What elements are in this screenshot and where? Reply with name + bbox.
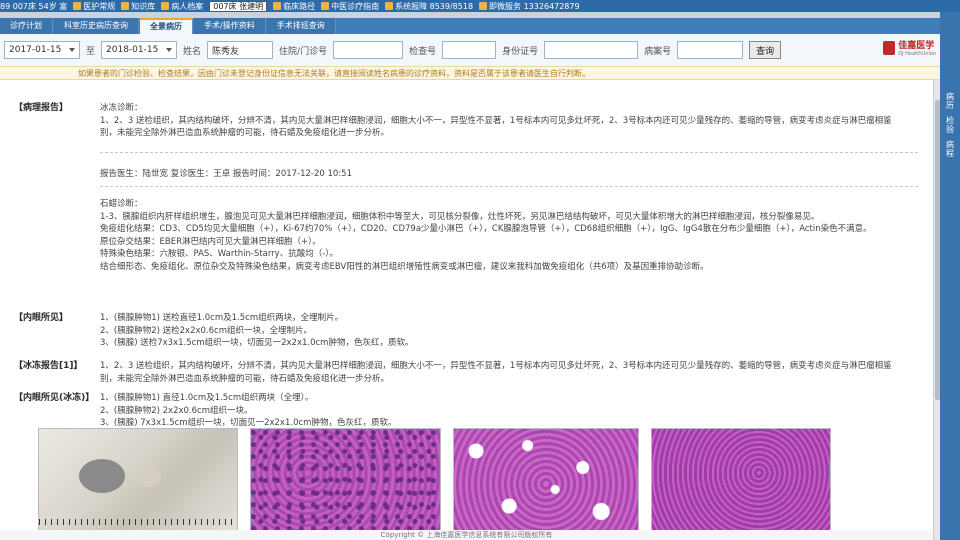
case-input[interactable] [677,41,744,59]
vertical-scrollbar[interactable] [933,80,940,540]
brand-logo-icon [883,40,896,55]
list-item: 2、(胰腺肿物2) 2x2x0.6cm组织一块。 [100,405,253,416]
brand-name: 佳嘉医学 [898,41,935,51]
link-clinical-path[interactable]: 临床路径 [273,1,315,12]
search-bar: 2017-01-15 至 2018-01-15 姓名 陈秀友 住院/门诊号 检查… [0,34,940,66]
paraffin-title: 石蜡诊断： [100,199,143,209]
main-tabs: 诊疗计划 科室历史病历查询 全景病历 手术/操作资料 手术排班查询 [0,18,960,34]
id-label: 身份证号 [502,46,539,57]
side-tab-progress[interactable]: 病程 [945,140,956,158]
case-label: 病案号 [644,46,672,57]
he-stain-image-3[interactable] [651,428,831,540]
date-to-picker[interactable]: 2018-01-15 [101,41,178,59]
notice-banner: 如果患者的门诊检验、检查结果，因由门诊未登记身份证信息无法关联，请直接阅读姓名病… [0,66,940,80]
ish-result: 原位杂交结果：EBER淋巴结内可见大量淋巴样细胞（+）。 [100,236,321,247]
folder-icon [161,2,170,10]
frozen-section-label: 【冰冻报告[1]】 [14,361,83,371]
brand-logo: 佳嘉医学 DJ HealthUnion [883,38,936,57]
name-input[interactable]: 陈秀友 [207,41,274,59]
tab-surgery-schedule[interactable]: 手术排班查询 [266,18,336,34]
tool-medical-routine[interactable]: 医护常规 [73,1,115,12]
list-item: 3、(胰腺) 送检7x3x1.5cm组织一块，切面见一2x2x1.0cm肿物，色… [100,338,414,348]
list-item: 1、2、3 送检组织，其内结构破坏，分辨不清，其内见大量淋巴样细胞浸润，细胞大小… [100,361,892,384]
date-range-separator: 至 [86,46,96,57]
tab-panorama-record[interactable]: 全景病历 [140,18,193,34]
tool-patient-archive[interactable]: 病人档案 [161,1,203,12]
ihc-result: 免疫组化结果：CD3、CD5均见大量细胞（+），Ki-67约70%（+），CD2… [100,224,872,234]
chevron-down-icon [69,48,75,52]
list-item: 1、(胰腺肿物1) 直径1.0cm及1.5cm组织两块（全埋）。 [100,393,314,403]
link-tcm-guide[interactable]: 中医诊疗指南 [321,1,379,12]
he-stain-image-1[interactable] [250,428,441,540]
tab-surgery-data[interactable]: 手术/操作资料 [194,18,266,34]
name-label: 姓名 [183,46,202,57]
footer-copyright: Copyright © 上海佳嘉医学信息系统有限公司版权所有 [0,530,933,540]
right-side-panel: 病历 检验 病程 [940,12,960,540]
guide-icon [321,2,330,10]
gross-specimen-image[interactable] [38,428,238,540]
specimen-shape [139,469,161,487]
pathology-label: 【病理报告】 [14,103,69,113]
exam-label: 检查号 [409,46,437,57]
side-tab-lab[interactable]: 检验 [945,116,956,134]
frozen-gross-label: 【内眼所见(冰冻)】 [14,393,95,403]
bed-selector[interactable]: 007床 张建明 [209,0,268,12]
frozen-text: 1、2、3 送检组织，其内结构破坏，分辨不清，其内见大量淋巴样细胞浸润，细胞大小… [100,115,892,139]
special-stain-result: 特殊染色结果：六胺银、PAS、Warthin-Starry、抗酸均（-）。 [100,249,339,259]
pathology-images [38,428,918,540]
divider [100,186,918,187]
date-from-picker[interactable]: 2017-01-15 [4,41,80,59]
conclusion: 结合细形态、免疫组化、原位杂交及特殊染色结果，病变考虑EBV阳性的淋巴组织增殖性… [100,261,709,272]
record-content: 【病理报告】 冰冻诊断： 1、2、3 送检组织，其内结构破坏，分辨不清，其内见大… [0,80,933,540]
exam-input[interactable] [442,41,497,59]
book-icon [73,2,82,10]
link-service-phone[interactable]: 即微服务 13326472879 [479,1,580,12]
side-tab-record[interactable]: 病历 [945,92,956,110]
chevron-down-icon [166,48,173,52]
tool-knowledge-base[interactable]: 知识库 [121,1,155,12]
inpatient-input[interactable] [333,41,404,59]
link-report-fault[interactable]: 系统报障 8539/8518 [385,1,473,12]
divider [100,152,918,153]
id-input[interactable] [544,41,639,59]
specimen-shape [79,459,125,493]
tab-dept-history[interactable]: 科室历史病历查询 [54,18,139,34]
system-bar: 89 007床 54岁 富 医护常规 知识库 病人档案 007床 张建明 临床路… [0,0,960,12]
paraffin-text: 1-3、胰腺组织内肝样组织增生，腺泡见可见大量淋巴样细胞浸润，细胞体积中等至大，… [100,211,820,222]
tab-treatment-plan[interactable]: 诊疗计划 [0,18,53,34]
book-icon [121,2,130,10]
patient-info: 89 007床 54岁 富 [0,1,68,11]
he-stain-image-2[interactable] [453,428,639,540]
list-item: 1、(胰腺肿物1) 送检直径1.0cm及1.5cm组织两块，全埋制片。 [100,313,344,323]
list-item: 2、(胰腺肿物2) 送检2x2x0.6cm组织一块，全埋制片。 [100,325,312,336]
brand-sub: DJ HealthUnion [898,51,936,57]
inpatient-label: 住院/门诊号 [279,46,328,57]
internal-findings-label: 【内眼所见】 [14,313,69,323]
query-button[interactable]: 查询 [749,41,782,59]
frozen-title: 冰冻诊断： [100,103,143,113]
alert-icon [385,2,394,10]
ruler-shape [39,519,237,525]
path-icon [273,2,282,10]
phone-icon [479,2,488,10]
